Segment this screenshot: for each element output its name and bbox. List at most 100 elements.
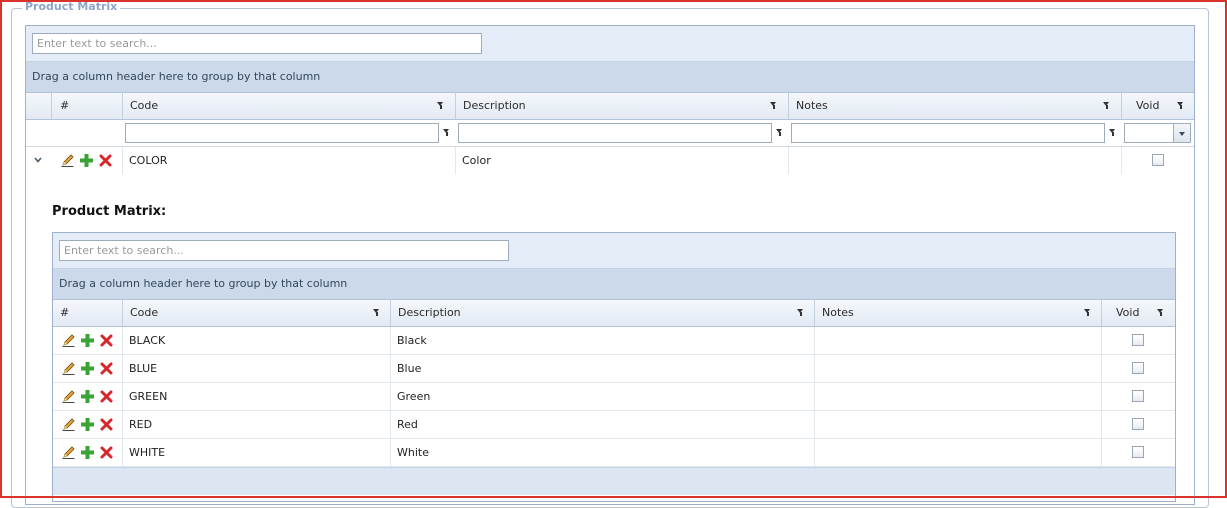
command-cell xyxy=(53,411,123,438)
detail-header-description[interactable]: Description xyxy=(391,300,815,326)
void-checkbox[interactable] xyxy=(1152,154,1164,166)
funnel-icon[interactable] xyxy=(1103,102,1110,111)
notes-cell xyxy=(815,383,1102,410)
table-row[interactable]: BLUE Blue xyxy=(53,355,1175,383)
plus-icon[interactable] xyxy=(80,417,95,432)
table-row[interactable]: GREEN Green xyxy=(53,383,1175,411)
funnel-icon[interactable] xyxy=(797,309,804,318)
description-cell: White xyxy=(391,439,815,466)
detail-group-panel[interactable]: Drag a column header here to group by th… xyxy=(53,269,1175,300)
void-checkbox[interactable] xyxy=(1132,390,1144,402)
funnel-icon[interactable] xyxy=(1109,129,1116,138)
description-cell: Black xyxy=(391,327,815,354)
plus-icon[interactable] xyxy=(80,333,95,348)
pencil-icon[interactable] xyxy=(61,361,76,376)
detail-footer xyxy=(53,467,1175,495)
code-cell: BLUE xyxy=(123,355,391,382)
filter-notes-input[interactable] xyxy=(791,123,1105,143)
detail-search-panel xyxy=(53,233,1175,269)
plus-icon[interactable] xyxy=(80,445,95,460)
detail-search-input[interactable] xyxy=(59,240,509,261)
code-cell: GREEN xyxy=(123,383,391,410)
outer-group-panel[interactable]: Drag a column header here to group by th… xyxy=(26,62,1194,93)
outer-header-notes-label: Notes xyxy=(796,99,828,112)
pencil-icon[interactable] xyxy=(61,445,76,460)
command-cell xyxy=(53,439,123,466)
funnel-icon[interactable] xyxy=(437,102,444,111)
funnel-icon[interactable] xyxy=(776,129,783,138)
void-checkbox[interactable] xyxy=(1132,446,1144,458)
detail-row: Product Matrix: Drag a column header her… xyxy=(26,174,1194,504)
void-cell xyxy=(1102,327,1175,354)
outer-header-row: # Code Description Notes Void xyxy=(26,93,1194,120)
delete-x-icon[interactable] xyxy=(99,389,114,404)
code-cell: BLACK xyxy=(123,327,391,354)
void-checkbox[interactable] xyxy=(1132,362,1144,374)
funnel-icon[interactable] xyxy=(1177,102,1184,111)
pencil-icon[interactable] xyxy=(61,389,76,404)
detail-header-void-label: Void xyxy=(1116,306,1140,319)
detail-header-row: # Code Description Notes Void xyxy=(53,300,1175,327)
outer-header-void-label: Void xyxy=(1136,99,1160,112)
table-row[interactable]: RED Red xyxy=(53,411,1175,439)
detail-header-notes[interactable]: Notes xyxy=(815,300,1102,326)
detail-grid: Drag a column header here to group by th… xyxy=(52,232,1176,502)
delete-x-icon[interactable] xyxy=(99,361,114,376)
detail-header-code[interactable]: Code xyxy=(123,300,391,326)
outer-grid: Drag a column header here to group by th… xyxy=(25,25,1195,505)
funnel-icon[interactable] xyxy=(1084,309,1091,318)
table-row[interactable]: COLOR Color xyxy=(26,147,1194,175)
pencil-icon[interactable] xyxy=(61,333,76,348)
void-cell xyxy=(1102,383,1175,410)
detail-header-num[interactable]: # xyxy=(53,300,123,326)
code-cell: WHITE xyxy=(123,439,391,466)
outer-header-num[interactable]: # xyxy=(52,93,123,119)
detail-header-void[interactable]: Void xyxy=(1102,300,1175,326)
outer-search-input[interactable] xyxy=(32,33,482,54)
outer-filter-row xyxy=(26,120,1194,147)
void-checkbox[interactable] xyxy=(1132,334,1144,346)
void-cell xyxy=(1102,411,1175,438)
detail-header-notes-label: Notes xyxy=(822,306,854,319)
chevron-down-icon[interactable] xyxy=(1173,123,1191,143)
outer-header-description-label: Description xyxy=(463,99,526,112)
outer-search-panel xyxy=(26,26,1194,62)
funnel-icon[interactable] xyxy=(1157,309,1164,318)
filter-description-input[interactable] xyxy=(458,123,772,143)
command-cell xyxy=(53,383,123,410)
filter-code-input[interactable] xyxy=(125,123,439,143)
chevron-down-icon[interactable] xyxy=(34,157,42,163)
expand-cell[interactable] xyxy=(26,147,52,174)
plus-icon[interactable] xyxy=(80,389,95,404)
description-cell: Color xyxy=(456,147,789,174)
plus-icon[interactable] xyxy=(80,361,95,376)
description-cell: Red xyxy=(391,411,815,438)
outer-header-code[interactable]: Code xyxy=(123,93,456,119)
outer-header-notes[interactable]: Notes xyxy=(789,93,1122,119)
delete-x-icon[interactable] xyxy=(99,417,114,432)
command-cell xyxy=(53,327,123,354)
outer-header-description[interactable]: Description xyxy=(456,93,789,119)
command-cell xyxy=(52,147,123,174)
table-row[interactable]: BLACK Black xyxy=(53,327,1175,355)
void-checkbox[interactable] xyxy=(1132,418,1144,430)
detail-title: Product Matrix: xyxy=(52,204,167,219)
funnel-icon[interactable] xyxy=(373,309,380,318)
pencil-icon[interactable] xyxy=(61,417,76,432)
funnel-icon[interactable] xyxy=(443,129,450,138)
void-cell xyxy=(1122,147,1194,174)
fieldset-legend: Product Matrix xyxy=(22,1,121,13)
pencil-icon[interactable] xyxy=(60,153,75,168)
delete-x-icon[interactable] xyxy=(98,153,113,168)
funnel-icon[interactable] xyxy=(770,102,777,111)
delete-x-icon[interactable] xyxy=(99,333,114,348)
delete-x-icon[interactable] xyxy=(99,445,114,460)
notes-cell xyxy=(815,355,1102,382)
plus-icon[interactable] xyxy=(79,153,94,168)
table-row[interactable]: WHITE White xyxy=(53,439,1175,467)
description-cell: Blue xyxy=(391,355,815,382)
notes-cell xyxy=(815,439,1102,466)
description-cell: Green xyxy=(391,383,815,410)
outer-header-void[interactable]: Void xyxy=(1122,93,1194,119)
filter-void-select[interactable] xyxy=(1124,123,1174,143)
